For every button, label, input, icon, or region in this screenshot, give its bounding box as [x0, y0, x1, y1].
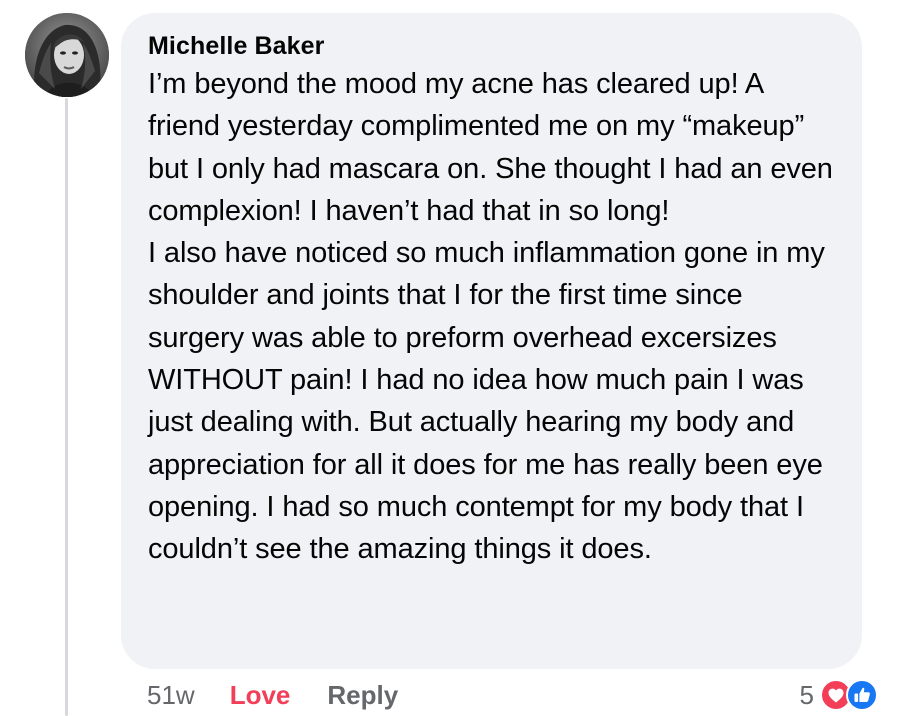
comment-text: I’m beyond the mood my acne has cleared …	[148, 63, 836, 571]
reply-button[interactable]: Reply	[327, 680, 398, 711]
comment-paragraph: I’m beyond the mood my acne has cleared …	[148, 68, 833, 227]
comment-bubble: Michelle Baker I’m beyond the mood my ac…	[121, 13, 862, 669]
avatar-photo	[25, 13, 109, 97]
reaction-count: 5	[799, 679, 814, 710]
reply-thread-line	[65, 98, 68, 716]
comment-actions: 51w Love Reply	[147, 677, 398, 713]
reaction-summary[interactable]: 5	[800, 676, 878, 714]
like-reaction-icon	[846, 679, 878, 711]
comment-paragraph: I also have noticed so much inflammation…	[148, 237, 825, 566]
love-reaction-button[interactable]: Love	[230, 680, 291, 711]
comment-timestamp[interactable]: 51w	[147, 680, 195, 711]
comment-author-name[interactable]: Michelle Baker	[148, 31, 836, 61]
avatar[interactable]	[25, 13, 109, 97]
